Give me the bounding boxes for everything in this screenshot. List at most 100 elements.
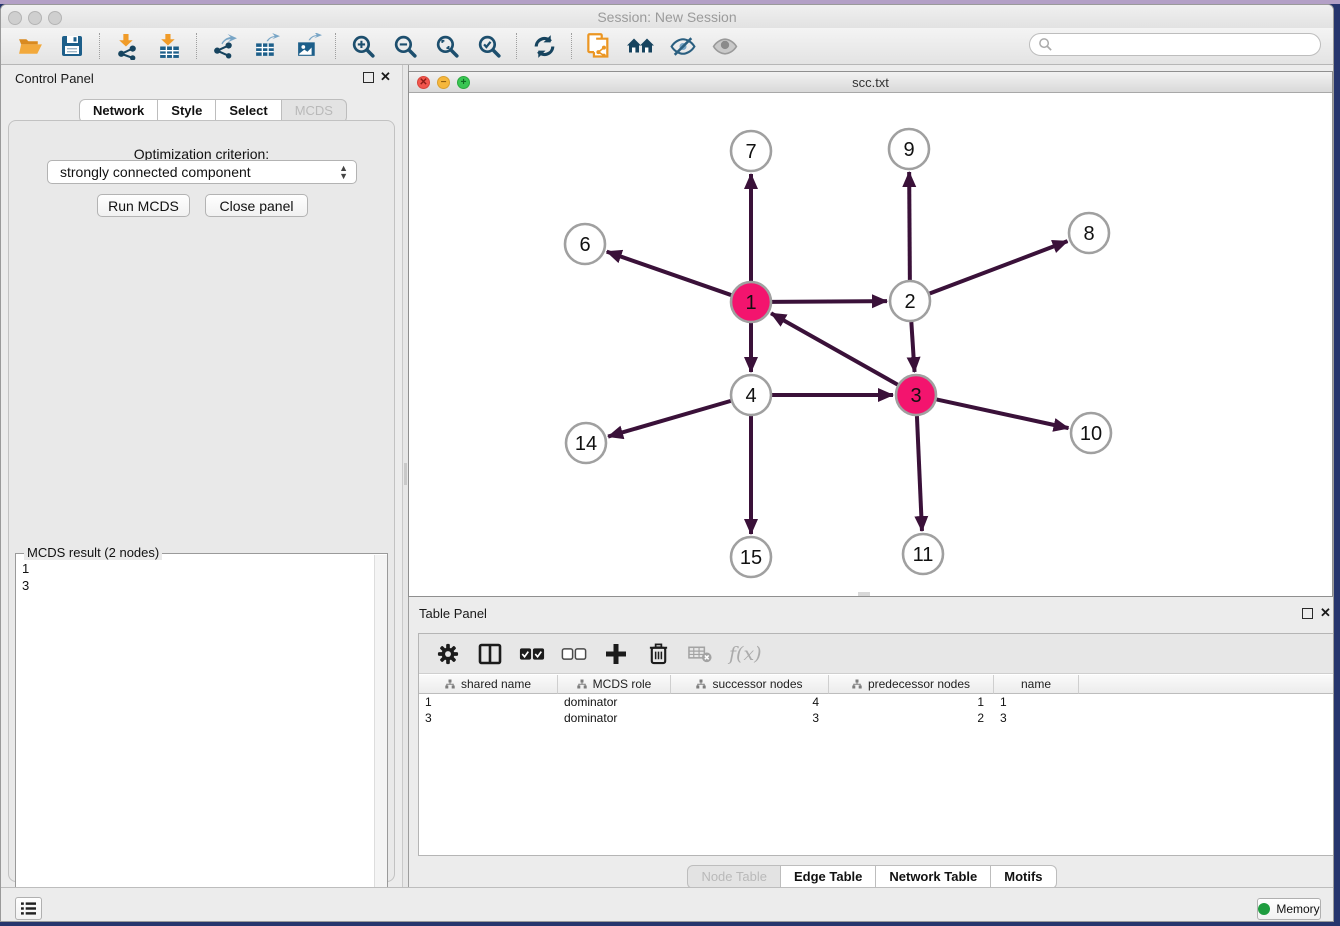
node-7[interactable]: 7 xyxy=(731,131,771,171)
node-1[interactable]: 1 xyxy=(731,282,771,322)
tab-network-table[interactable]: Network Table xyxy=(876,865,991,889)
function-builder-icon[interactable]: f(x) xyxy=(729,643,762,665)
zoom-fit-icon[interactable] xyxy=(432,31,462,61)
node-label: 8 xyxy=(1083,223,1094,245)
memory-button[interactable]: Memory xyxy=(1257,898,1321,920)
import-table-icon[interactable] xyxy=(154,31,184,61)
show-all-eye-icon[interactable] xyxy=(710,31,740,61)
node-10[interactable]: 10 xyxy=(1071,413,1111,453)
export-table-icon[interactable] xyxy=(251,31,281,61)
select-all-icon[interactable] xyxy=(517,639,547,669)
node-11[interactable]: 11 xyxy=(903,534,943,574)
table-cell[interactable]: 2 xyxy=(829,710,994,726)
tab-edge-table[interactable]: Edge Table xyxy=(781,865,876,889)
node-label: 7 xyxy=(745,141,756,163)
tab-node-table[interactable]: Node Table xyxy=(687,865,781,889)
memory-status-icon xyxy=(1258,903,1270,915)
node-6[interactable]: 6 xyxy=(565,224,605,264)
import-network-icon[interactable] xyxy=(112,31,142,61)
table-panel-close-icon[interactable]: ✕ xyxy=(1320,605,1331,621)
close-panel-button[interactable]: Close panel xyxy=(205,194,308,217)
mcds-result-label: MCDS result (2 nodes) xyxy=(24,545,162,560)
network-window: ✕ − + scc.txt 7968124314101511 xyxy=(408,71,1333,597)
control-panel-title: Control Panel xyxy=(15,71,94,86)
column-header-MCDS-role[interactable]: MCDS role xyxy=(558,675,671,694)
node-8[interactable]: 8 xyxy=(1069,213,1109,253)
zoom-in-icon[interactable] xyxy=(348,31,378,61)
node-label: 10 xyxy=(1080,423,1102,445)
dropdown-stepper-icon: ▲▼ xyxy=(339,164,348,180)
hide-selected-eye-icon[interactable] xyxy=(668,31,698,61)
column-panel-icon[interactable] xyxy=(475,639,505,669)
criterion-dropdown[interactable]: strongly connected component ▲▼ xyxy=(47,160,357,184)
column-header-name[interactable]: name xyxy=(994,675,1079,694)
node-3[interactable]: 3 xyxy=(896,375,936,415)
node-15[interactable]: 15 xyxy=(731,537,771,577)
settings-gear-icon[interactable] xyxy=(433,639,463,669)
tab-motifs[interactable]: Motifs xyxy=(991,865,1056,889)
edge-3-11[interactable] xyxy=(917,416,922,531)
tree-icon xyxy=(577,679,587,689)
control-panel-float-icon[interactable] xyxy=(363,72,374,83)
table-cell[interactable]: 4 xyxy=(671,694,829,710)
table-cell[interactable]: 3 xyxy=(671,710,829,726)
table-row[interactable]: 1dominator411 xyxy=(419,694,1333,710)
edge-2-9[interactable] xyxy=(909,172,910,280)
delete-row-icon[interactable] xyxy=(643,639,673,669)
export-network-icon[interactable] xyxy=(209,31,239,61)
table-cell[interactable]: 1 xyxy=(994,694,1079,710)
column-header-successor-nodes[interactable]: successor nodes xyxy=(671,675,829,694)
node-9[interactable]: 9 xyxy=(889,129,929,169)
add-row-icon[interactable] xyxy=(601,639,631,669)
table-panel-title: Table Panel xyxy=(419,606,487,621)
open-folder-icon[interactable] xyxy=(15,31,45,61)
column-header-predecessor-nodes[interactable]: predecessor nodes xyxy=(829,675,994,694)
task-history-button[interactable] xyxy=(15,897,42,920)
app-title: Session: New Session xyxy=(1,9,1333,25)
node-label: 11 xyxy=(913,544,934,566)
edge-3-10[interactable] xyxy=(937,399,1069,428)
save-icon[interactable] xyxy=(57,31,87,61)
node-14[interactable]: 14 xyxy=(566,423,606,463)
tree-icon xyxy=(445,679,455,689)
task-list-icon xyxy=(20,901,37,916)
toolbar-separator xyxy=(99,33,100,59)
edge-2-3[interactable] xyxy=(911,322,914,372)
table-cell[interactable]: 3 xyxy=(419,710,558,726)
table-cell[interactable]: 1 xyxy=(419,694,558,710)
network-graph[interactable]: 7 9 6 8 1 2 4 3 14 10 15 11 xyxy=(409,93,1332,596)
table-cell[interactable]: dominator xyxy=(558,710,671,726)
deselect-all-icon[interactable] xyxy=(559,639,589,669)
tree-icon xyxy=(852,679,862,689)
export-image-icon[interactable] xyxy=(293,31,323,61)
network-canvas[interactable]: 7 9 6 8 1 2 4 3 14 10 15 11 xyxy=(409,93,1332,596)
toolbar-separator xyxy=(196,33,197,59)
node-2[interactable]: 2 xyxy=(890,281,930,321)
refresh-icon[interactable] xyxy=(529,31,559,61)
search-icon xyxy=(1038,37,1053,52)
zoom-out-icon[interactable] xyxy=(390,31,420,61)
table-cell[interactable]: 3 xyxy=(994,710,1079,726)
node-label: 1 xyxy=(745,292,756,314)
delete-table-icon[interactable] xyxy=(685,639,715,669)
table-header-row: shared nameMCDS rolesuccessor nodesprede… xyxy=(419,675,1333,694)
result-scrollbar[interactable] xyxy=(374,555,387,922)
clone-network-icon[interactable] xyxy=(584,31,614,61)
edge-1-6[interactable] xyxy=(607,252,731,295)
table-cell[interactable]: dominator xyxy=(558,694,671,710)
table-panel-float-icon[interactable] xyxy=(1302,608,1313,619)
zoom-selected-icon[interactable] xyxy=(474,31,504,61)
edge-4-14[interactable] xyxy=(608,401,731,437)
edge-1-2[interactable] xyxy=(772,301,887,302)
edge-3-1[interactable] xyxy=(771,313,898,384)
search-input[interactable] xyxy=(1029,33,1321,56)
home-view-icon[interactable] xyxy=(626,31,656,61)
column-header-shared-name[interactable]: shared name xyxy=(419,675,558,694)
node-4[interactable]: 4 xyxy=(731,375,771,415)
network-resize-grip[interactable] xyxy=(858,592,870,596)
table-row[interactable]: 3dominator323 xyxy=(419,710,1333,726)
control-panel-close-icon[interactable]: ✕ xyxy=(380,69,391,85)
table-cell[interactable]: 1 xyxy=(829,694,994,710)
edge-2-8[interactable] xyxy=(930,241,1068,293)
run-mcds-button[interactable]: Run MCDS xyxy=(97,194,190,217)
